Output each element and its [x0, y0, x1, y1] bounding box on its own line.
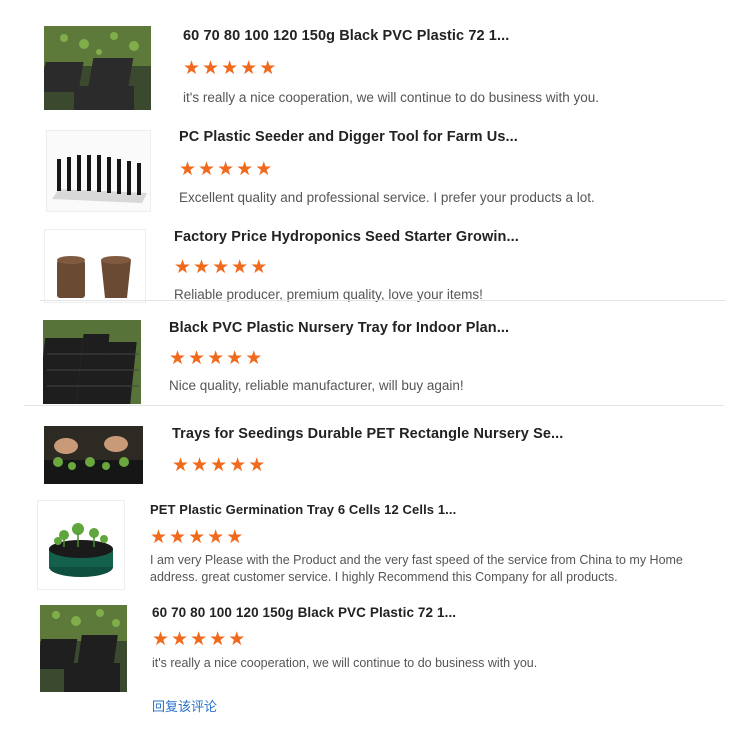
- star-icon: ★: [226, 348, 244, 369]
- divider: [40, 300, 726, 301]
- star-icon: ★: [190, 629, 208, 650]
- peat-plug-photo-icon: [45, 230, 145, 302]
- star-rating: ★ ★ ★ ★ ★: [152, 630, 247, 650]
- star-icon: ★: [152, 629, 170, 650]
- product-title[interactable]: Trays for Seedings Durable PET Rectangle…: [172, 426, 563, 442]
- star-icon: ★: [174, 257, 192, 278]
- seedling-tray-photo-icon: [44, 26, 151, 110]
- star-rating: ★ ★ ★ ★ ★: [172, 456, 267, 476]
- review-comment: I am very Please with the Product and th…: [150, 553, 683, 584]
- reply-review-link[interactable]: 回复该评论: [152, 696, 217, 715]
- star-icon: ★: [169, 527, 187, 548]
- star-icon: ★: [236, 159, 254, 180]
- star-icon: ★: [228, 629, 246, 650]
- star-icon: ★: [191, 455, 209, 476]
- star-icon: ★: [221, 58, 239, 79]
- star-icon: ★: [188, 527, 206, 548]
- star-icon: ★: [183, 58, 201, 79]
- star-icon: ★: [198, 159, 216, 180]
- star-icon: ★: [171, 629, 189, 650]
- product-image[interactable]: [37, 500, 125, 590]
- product-title[interactable]: Black PVC Plastic Nursery Tray for Indoo…: [169, 320, 509, 336]
- star-icon: ★: [240, 58, 258, 79]
- star-rating: ★ ★ ★ ★ ★: [183, 59, 278, 79]
- star-rating: ★ ★ ★ ★ ★: [174, 258, 269, 278]
- star-rating: ★ ★ ★ ★ ★: [150, 528, 245, 548]
- product-image[interactable]: [44, 26, 151, 110]
- seeder-tool-photo-icon: [47, 131, 150, 211]
- star-icon: ★: [250, 257, 268, 278]
- review-comment: it's really a nice cooperation, we will …: [183, 90, 600, 105]
- star-icon: ★: [255, 159, 273, 180]
- product-image[interactable]: [44, 229, 146, 303]
- nursery-tray-photo-icon: [43, 320, 141, 404]
- star-icon: ★: [207, 348, 225, 369]
- seedling-hands-photo-icon: [44, 426, 143, 484]
- star-icon: ★: [245, 348, 263, 369]
- review-comment: Excellent quality and professional servi…: [179, 190, 595, 205]
- review-comment: Nice quality, reliable manufacturer, wil…: [169, 378, 464, 393]
- star-icon: ★: [231, 257, 249, 278]
- review-comment: it's really a nice cooperation, we will …: [152, 656, 538, 670]
- star-icon: ★: [229, 455, 247, 476]
- star-icon: ★: [209, 629, 227, 650]
- star-rating: ★ ★ ★ ★ ★: [179, 160, 274, 180]
- star-icon: ★: [248, 455, 266, 476]
- germination-tray-photo-icon: [38, 501, 124, 589]
- star-icon: ★: [217, 159, 235, 180]
- product-image[interactable]: [43, 320, 141, 404]
- product-title[interactable]: PC Plastic Seeder and Digger Tool for Fa…: [179, 129, 518, 145]
- divider: [24, 405, 724, 406]
- seedling-tray-photo-icon: [40, 605, 127, 692]
- star-rating: ★ ★ ★ ★ ★: [169, 349, 264, 369]
- star-icon: ★: [210, 455, 228, 476]
- star-icon: ★: [150, 527, 168, 548]
- star-icon: ★: [188, 348, 206, 369]
- product-image[interactable]: [46, 130, 151, 212]
- star-icon: ★: [202, 58, 220, 79]
- product-image[interactable]: [40, 605, 127, 692]
- star-icon: ★: [259, 58, 277, 79]
- star-icon: ★: [207, 527, 225, 548]
- star-icon: ★: [226, 527, 244, 548]
- star-icon: ★: [169, 348, 187, 369]
- product-image[interactable]: [44, 426, 143, 484]
- product-title[interactable]: PET Plastic Germination Tray 6 Cells 12 …: [150, 502, 456, 517]
- product-title[interactable]: Factory Price Hydroponics Seed Starter G…: [174, 229, 519, 245]
- star-icon: ★: [179, 159, 197, 180]
- product-title[interactable]: 60 70 80 100 120 150g Black PVC Plastic …: [183, 28, 509, 44]
- star-icon: ★: [172, 455, 190, 476]
- star-icon: ★: [212, 257, 230, 278]
- star-icon: ★: [193, 257, 211, 278]
- product-title[interactable]: 60 70 80 100 120 150g Black PVC Plastic …: [152, 605, 456, 620]
